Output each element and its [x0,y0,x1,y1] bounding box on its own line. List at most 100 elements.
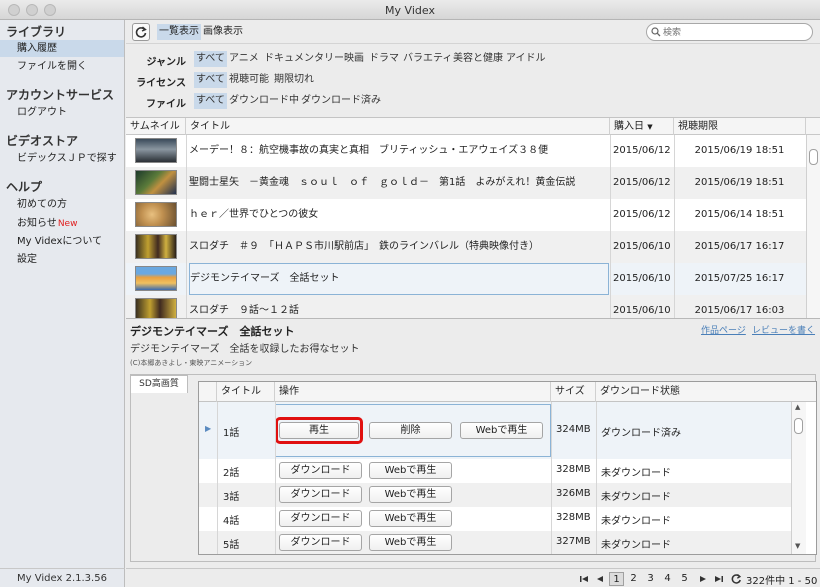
sidebar-item-first-time[interactable]: 初めての方 [0,196,124,213]
episode-size: 324MB [556,424,591,435]
row-title: メーデー！８：航空機事故の真実と真相 ブリティッシュ・エアウェイズ３８便 [189,145,549,156]
view-list-toggle[interactable]: 一覧表示 [157,24,201,40]
row-title: 聖闘士星矢 －黄金魂 ｓｏｕｌ ｏｆ ｇｏｌｄ－ 第1話 よみがえれ！黄金伝説 [189,177,576,188]
filter-genre-drama[interactable]: ドラマ [367,51,401,67]
row-title: スロダチ ＃９ 「ＨＡＰＳ市川駅前店」 鉄のラインバレル（特典映像付き） [189,241,539,252]
sidebar-item-about[interactable]: My Videxについて [0,233,124,250]
download-button[interactable]: ダウンロード [279,462,362,479]
sidebar-item-purchase-history[interactable]: 購入履歴 [0,40,124,57]
sidebar-item-search-videx[interactable]: ビデックスＪＰで探す [0,150,124,167]
episode-status: 未ダウンロード [601,540,671,551]
row-expiry: 2015/07/25 16:17 [694,273,785,284]
search-icon [651,27,661,37]
write-review-link[interactable]: レビューを書く [752,323,815,336]
col-thumbnail[interactable]: サムネイル [126,118,186,135]
row-purchase-date: 2015/06/10 [613,241,671,252]
column-divider [551,402,552,554]
last-page-icon[interactable] [712,572,726,586]
episode-size: 326MB [556,488,591,499]
list-row[interactable]: スロダチ ９話～１２話 2015/06/10 2015/06/17 16:03 [126,295,806,318]
sidebar-item-settings[interactable]: 設定 [0,251,124,268]
list-row[interactable]: スロダチ ＃９ 「ＨＡＰＳ市川駅前店」 鉄のラインバレル（特典映像付き） 201… [126,231,806,263]
filter-license-available[interactable]: 視聴可能 [227,72,271,88]
filter-license-expired[interactable]: 期限切れ [272,72,316,88]
col-purchase-date[interactable]: 購入日 ▼ [610,118,674,135]
download-button[interactable]: ダウンロード [279,534,362,551]
scroll-down-icon[interactable]: ▼ [795,542,800,550]
col-title[interactable]: タイトル [186,118,610,135]
refresh-button[interactable] [132,23,150,41]
download-button[interactable]: ダウンロード [279,486,362,503]
episode-row[interactable]: 4話 ダウンロード Webで再生 328MB 未ダウンロード [199,507,791,531]
page-4[interactable]: 4 [660,572,675,586]
view-image-toggle[interactable]: 画像表示 [201,24,245,40]
list-row[interactable]: ｈｅｒ／世界でひとつの彼女 2015/06/12 2015/06/14 18:5… [126,199,806,231]
web-play-button[interactable]: Webで再生 [369,510,452,527]
page-5[interactable]: 5 [677,572,692,586]
first-page-icon[interactable] [577,572,591,586]
row-purchase-date: 2015/06/12 [613,145,671,156]
web-play-button[interactable]: Webで再生 [369,486,452,503]
next-page-icon[interactable] [696,572,710,586]
episode-scrollbar-thumb[interactable] [794,418,803,434]
window-title: My Videx [385,4,435,17]
search-input[interactable] [663,26,803,39]
col-expiry[interactable]: 視聴期限 [674,118,806,135]
web-play-button[interactable]: Webで再生 [369,462,452,479]
list-row-selected[interactable]: デジモンテイマーズ 全話セット 2015/06/10 2015/07/25 16… [126,263,806,295]
sidebar-item-open-file[interactable]: ファイルを開く [0,58,124,75]
play-button[interactable]: 再生 [279,422,359,439]
filter-genre-all[interactable]: すべて [194,51,227,67]
episode-scrollbar[interactable]: ▲ ▼ [791,402,806,554]
sidebar-item-news[interactable]: お知らせNew [0,215,124,232]
news-label: お知らせ [17,218,57,229]
page-1[interactable]: 1 [609,572,624,586]
filter-file-all[interactable]: すべて [194,93,227,109]
episode-row[interactable]: 3話 ダウンロード Webで再生 326MB 未ダウンロード [199,483,791,507]
episode-row-selected[interactable]: ▶ 1話 再生 削除 Webで再生 324MB ダウンロード済み [199,402,791,459]
filter-license-all[interactable]: すべて [194,72,227,88]
search-box[interactable] [646,23,813,41]
thumbnail-image [135,202,177,227]
filter-genre-movie[interactable]: 映画 [342,51,366,67]
episode-row[interactable]: 5話 ダウンロード Webで再生 327MB 未ダウンロード [199,531,791,554]
col-indicator [199,382,217,402]
web-play-button[interactable]: Webで再生 [369,534,452,551]
delete-button[interactable]: 削除 [369,422,452,439]
web-play-button[interactable]: Webで再生 [460,422,543,439]
prev-page-icon[interactable] [593,572,607,586]
column-divider [610,135,611,318]
col-episode-title: タイトル [217,382,275,402]
filter-genre-documentary[interactable]: ドキュメンタリー [262,51,346,67]
filter-genre-variety[interactable]: バラエティ [401,51,454,67]
scroll-up-icon[interactable]: ▲ [795,403,800,411]
filter-genre-beauty-health[interactable]: 美容と健康 [451,51,505,67]
download-button[interactable]: ダウンロード [279,510,362,527]
quality-tab-sd[interactable]: SD高画質 [130,375,188,393]
list-scrollbar-thumb[interactable] [809,149,818,165]
list-row[interactable]: メーデー！８：航空機事故の真実と真相 ブリティッシュ・エアウェイズ３８便 201… [126,135,806,167]
sidebar-heading-video-store: ビデオストア [6,134,79,148]
list-scrollbar[interactable] [806,135,820,318]
thumbnail-image [135,234,177,259]
filter-genre-anime[interactable]: アニメ [227,51,261,67]
episode-status: 未ダウンロード [601,492,671,503]
purchase-list: サムネイル タイトル 購入日 ▼ 視聴期限 メーデー！８：航空機事故の真実と真相… [126,117,820,318]
episode-row[interactable]: 2話 ダウンロード Webで再生 328MB 未ダウンロード [199,459,791,483]
page-2[interactable]: 2 [626,572,641,586]
thumbnail-image [135,298,177,318]
episode-size: 328MB [556,512,591,523]
app-version: My Videx 2.1.3.56 [0,568,125,587]
filter-file-downloading[interactable]: ダウンロード中 [227,93,301,109]
episode-title: 2話 [223,468,240,479]
work-page-link[interactable]: 作品ページ [701,323,746,336]
col-operations: 操作 [275,382,551,402]
page-3[interactable]: 3 [643,572,658,586]
filter-file-downloaded[interactable]: ダウンロード済み [299,93,383,109]
sidebar: ライブラリ 購入履歴 ファイルを開く アカウントサービス ログアウト ビデオスト… [0,20,125,568]
list-row[interactable]: 聖闘士星矢 －黄金魂 ｓｏｕｌ ｏｆ ｇｏｌｄ－ 第1話 よみがえれ！黄金伝説 … [126,167,806,199]
reload-icon[interactable] [729,572,743,586]
filter-genre-idol[interactable]: アイドル [504,51,548,67]
sidebar-item-logout[interactable]: ログアウト [0,104,124,121]
episode-size: 328MB [556,464,591,475]
